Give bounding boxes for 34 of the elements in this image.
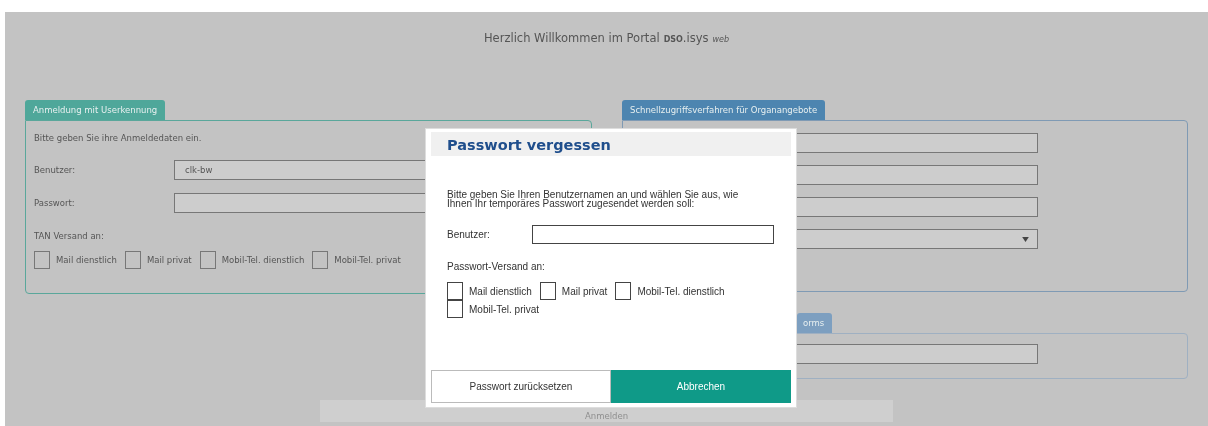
welcome-title: Herzlich Willkommen im Portal	[483, 31, 660, 45]
cancel-button[interactable]: Abbrechen	[611, 370, 791, 403]
checkbox-label: Mail dienstlich	[469, 285, 532, 297]
dialog-title: Passwort vergessen	[431, 132, 791, 156]
panel-tab[interactable]: Schnellzugriffsverfahren für Organangebote	[622, 100, 826, 120]
checkbox[interactable]	[447, 282, 463, 300]
checkbox[interactable]	[447, 300, 463, 318]
field-label: Passwort:	[34, 198, 76, 208]
checkbox[interactable]	[34, 251, 50, 269]
field-label: Benutzer:	[34, 165, 77, 175]
checkbox-label: Mail dienstlich	[56, 255, 117, 265]
reset-button[interactable]: Passwort zurücksetzen	[431, 370, 611, 403]
field-label: Benutzer:	[447, 229, 491, 240]
instruction-text: Bitte geben Sie Ihren Benutzernamen an und wählen Sie aus, wie Ihnen Ihr temporäres Passwort zugesendet werden soll:	[447, 190, 740, 208]
panel-tab[interactable]: orms	[797, 313, 833, 333]
brand-name: DSO.isys	[663, 31, 709, 45]
checkbox[interactable]	[539, 282, 556, 300]
panel-tab[interactable]: Anmeldung mit Userkennung	[25, 100, 166, 120]
checkbox[interactable]	[615, 282, 632, 300]
checkbox-label: Mobil-Tel. dienstlich	[637, 285, 725, 297]
checkbox-label: Mail privat	[561, 285, 608, 297]
caret-icon	[1022, 236, 1029, 242]
checkbox-label: Mail privat	[146, 255, 192, 265]
tan-label: TAN Versand an:	[34, 231, 104, 241]
intro-text: Bitte geben Sie ihre Anmeldedaten ein.	[34, 133, 203, 143]
checkbox[interactable]	[312, 251, 329, 269]
checkbox-label: Mobil-Tel. privat	[469, 303, 540, 315]
delivery-label: Passwort-Versand an:	[447, 261, 546, 272]
checkbox[interactable]	[199, 251, 216, 269]
brand-edition: web	[712, 35, 729, 44]
input-field[interactable]	[532, 225, 774, 244]
checkbox-label: Mobil-Tel. dienstlich	[221, 255, 305, 265]
checkbox-label: Mobil-Tel. privat	[334, 255, 401, 265]
checkbox[interactable]	[124, 251, 141, 269]
